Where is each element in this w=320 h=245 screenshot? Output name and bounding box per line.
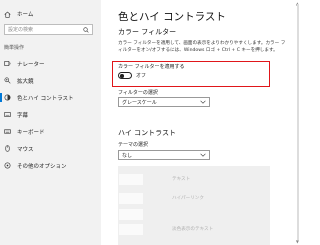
home-nav-item[interactable]: ホーム [4,9,33,19]
sidebar-item-label: マウス [17,146,34,153]
sidebar-item-keyboard[interactable]: キーボード [0,123,101,140]
search-icon [83,26,89,33]
theme-select[interactable]: なし [118,150,210,160]
color-filter-toggle[interactable] [118,72,132,79]
sidebar-section-label: 簡単操作 [4,45,25,51]
home-icon [4,11,11,18]
captions-icon [4,112,11,117]
scroll-down-icon[interactable]: ▼ [296,239,299,244]
color-contrast-icon [4,94,11,101]
sidebar-item-color-contrast[interactable]: 色とハイ コントラスト [0,89,101,106]
high-contrast-heading: ハイ コントラスト [118,129,176,137]
filter-select-value: グレースケール [122,99,157,106]
sidebar-item-mouse[interactable]: マウス [0,140,101,157]
sidebar-item-label: 色とハイ コントラスト [17,95,74,102]
keyboard-icon [4,129,11,134]
mouse-icon [5,145,10,152]
scrollbar[interactable] [297,4,299,240]
sidebar-item-label: その他のオプション [17,163,67,170]
sidebar-item-more-options[interactable]: その他のオプション [0,157,101,174]
swatch-label: テキスト [172,177,191,182]
swatch-label: ハイパーリンク [172,196,204,201]
filter-select-label: フィルターの選択 [118,90,158,96]
theme-select-label: テーマの選択 [118,142,149,148]
sidebar-item-label: ナレーター [17,61,45,68]
color-filter-description: カラー フィルターを適用して、画面の表示をよりわかりやすくします。カラー フィル… [118,41,286,53]
theme-select-value: なし [122,152,133,159]
narrator-icon [4,61,11,66]
disabled-text-color-swatch[interactable] [119,224,143,235]
sidebar: ホーム 設定の検索 簡単操作 ナレーター 拡大鏡 色とハイ コントラスト 字幕 … [0,0,101,245]
color-swatch[interactable] [119,209,143,220]
sidebar-item-label: キーボード [17,129,45,136]
sidebar-item-label: 字幕 [17,112,29,119]
sidebar-item-magnifier[interactable]: 拡大鏡 [0,72,101,89]
color-filter-toggle-state: オフ [136,73,147,79]
sidebar-item-label: 拡大鏡 [17,78,34,85]
color-filter-heading: カラー フィルター [118,28,177,36]
more-options-icon [4,162,11,169]
color-filter-toggle-label: カラー フィルターを適用する [118,64,185,70]
page-title: 色とハイ コントラスト [118,11,226,23]
home-label: ホーム [17,12,34,18]
hyperlink-color-swatch[interactable] [119,193,143,204]
sidebar-item-narrator[interactable]: ナレーター [0,55,101,72]
filter-select[interactable]: グレースケール [118,97,210,107]
chevron-down-icon [200,100,206,104]
swatch-label: 淡色表示のテキスト [172,227,214,232]
sidebar-item-captions[interactable]: 字幕 [0,106,101,123]
text-color-swatch[interactable] [119,174,143,185]
search-placeholder: 設定の検索 [8,27,34,33]
magnifier-icon [4,77,11,84]
chevron-down-icon [200,153,206,157]
sidebar-nav: ナレーター 拡大鏡 色とハイ コントラスト 字幕 キーボード マウス その他のオ… [0,55,101,174]
settings-search-box[interactable]: 設定の検索 [4,24,93,35]
toggle-knob [120,74,124,78]
